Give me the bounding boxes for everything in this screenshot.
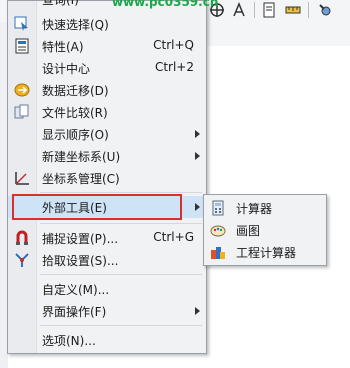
menu-item-customize[interactable]: 自定义(M)...	[8, 278, 206, 300]
snap-settings-icon	[14, 230, 30, 246]
submenu-arrow-icon	[195, 130, 200, 138]
menu-item-shortcut: Ctrl+Q	[153, 38, 194, 52]
submenu-item-paint[interactable]: 画图	[204, 219, 326, 241]
menu-item-display-order[interactable]: 显示顺序(O)	[8, 123, 206, 145]
menu-item-interface-operations[interactable]: 界面操作(F)	[8, 300, 206, 322]
menu-item-label: 捕捉设置(P)...	[42, 232, 119, 246]
panel-icon[interactable]	[260, 1, 278, 19]
submenu-arrow-icon	[195, 152, 200, 160]
menu-item-snap-settings[interactable]: 捕捉设置(P)... Ctrl+G	[8, 227, 206, 249]
external-tools-submenu: 计算器 画图 工程计算器	[203, 194, 327, 266]
measure-icon[interactable]	[284, 1, 302, 19]
tool-icon[interactable]	[316, 1, 334, 19]
menu-item-label: 界面操作(F)	[42, 305, 107, 319]
menu-item-design-center[interactable]: 设计中心 Ctrl+2	[8, 57, 206, 79]
menu-item-pick-settings[interactable]: 拾取设置(S)...	[8, 249, 206, 271]
menu-separator	[40, 274, 202, 275]
ucs-manager-icon	[14, 170, 30, 186]
submenu-arrow-icon	[195, 307, 200, 315]
submenu-item-engineering-calculator[interactable]: 工程计算器	[204, 241, 326, 263]
properties-icon	[14, 38, 30, 54]
calculator-icon	[210, 200, 226, 216]
menu-item-label: 数据迁移(D)	[42, 84, 109, 98]
file-compare-icon	[14, 104, 30, 120]
toolbar	[208, 0, 350, 22]
menu-item-properties[interactable]: 特性(A) Ctrl+Q	[8, 35, 206, 57]
menu-item-label: 显示顺序(O)	[42, 128, 109, 142]
engineering-calculator-icon	[210, 244, 226, 260]
submenu-item-label: 工程计算器	[236, 246, 297, 260]
toolbar-separator	[254, 2, 255, 18]
toolbar-separator	[308, 2, 309, 18]
menu-separator	[40, 223, 202, 224]
menu-item-label: 文件比较(R)	[42, 106, 108, 120]
menu-item-label: 查询(I)	[42, 0, 79, 7]
menu-item-label: 特性(A)	[42, 40, 84, 54]
pick-settings-icon	[14, 252, 30, 268]
menu-item-label: 拾取设置(S)...	[42, 254, 119, 268]
menu-item-label: 新建坐标系(U)	[42, 150, 121, 164]
submenu-arrow-icon	[195, 203, 200, 211]
paint-icon	[210, 222, 226, 238]
menu-item-shortcut: Ctrl+G	[153, 230, 194, 244]
submenu-item-calculator[interactable]: 计算器	[204, 197, 326, 219]
menu-item-label: 自定义(M)...	[42, 283, 110, 297]
submenu-item-label: 计算器	[236, 202, 273, 216]
tools-menu: 查询(I) www.pc0359.cn 快速选择(Q) 特性(A) Ctrl+Q…	[7, 0, 218, 354]
quick-select-icon	[14, 16, 30, 32]
menu-item-options[interactable]: 选项(N)...	[8, 329, 206, 351]
menu-item-ucs-manager[interactable]: 坐标系管理(C)	[8, 167, 206, 189]
submenu-item-label: 画图	[236, 224, 261, 238]
watermark-text: www.pc0359.cn	[112, 0, 219, 9]
data-migration-icon	[14, 82, 30, 98]
menu-item-label: 坐标系管理(C)	[42, 172, 120, 186]
menu-item-shortcut: Ctrl+2	[154, 60, 194, 74]
menu-item-label: 快速选择(Q)	[42, 18, 109, 32]
menu-item-label: 设计中心	[42, 62, 91, 76]
text-style-icon[interactable]	[230, 1, 248, 19]
menu-item-label: 选项(N)...	[42, 334, 96, 348]
menu-item-quick-select[interactable]: 快速选择(Q)	[8, 13, 206, 35]
menu-item-file-compare[interactable]: 文件比较(R)	[8, 101, 206, 123]
menu-separator	[40, 325, 202, 326]
highlight-annotation-box	[12, 194, 182, 220]
menu-item-data-migration[interactable]: 数据迁移(D)	[8, 79, 206, 101]
menu-item-new-ucs[interactable]: 新建坐标系(U)	[8, 145, 206, 167]
menu-separator	[40, 192, 202, 193]
